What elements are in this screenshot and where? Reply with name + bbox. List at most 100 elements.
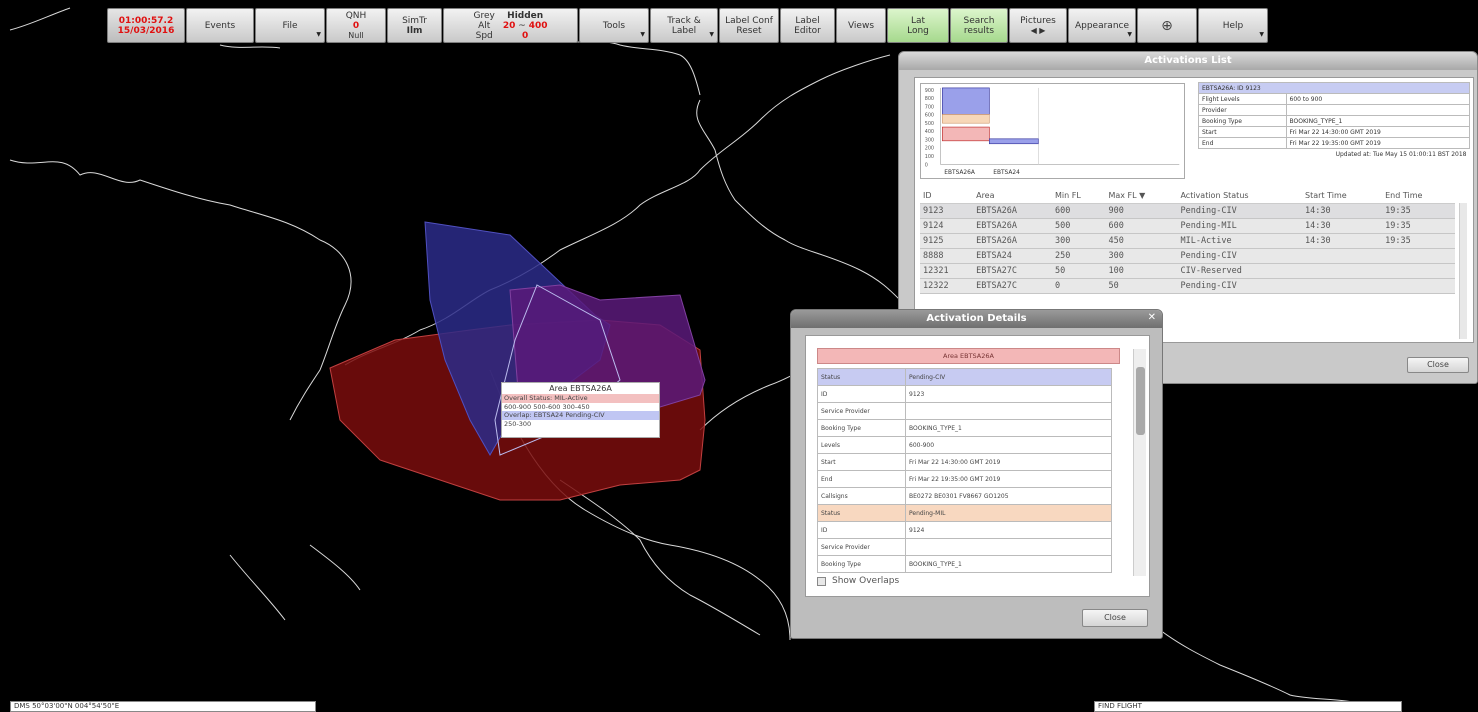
details-area-header: Area EBTSA26A (817, 348, 1120, 364)
histogram-tick-label: 100 (925, 154, 934, 160)
file-label: File (282, 20, 298, 31)
column-header[interactable]: Start Time (1302, 188, 1383, 204)
latlong-button[interactable]: Lat Long (887, 8, 949, 43)
table-cell: 14:30 (1302, 203, 1383, 219)
table-row[interactable]: 12322 EBTSA27C 0 50 Pending-CIV (920, 278, 1455, 294)
coordinate-readout[interactable]: DMS 50°03'00"N 004°54'50"E (10, 701, 316, 712)
activations-list-title[interactable]: Activations List (899, 52, 1477, 70)
activation-details-panel: Area EBTSA26A Status Pending-CIV ID 9123 Ser… (805, 335, 1150, 597)
clock-button[interactable]: 01:00:57.2 15/03/2016 (107, 8, 185, 43)
hist-label-ebtsa24: EBTSA24 (993, 170, 1020, 176)
latlong-line1: Lat (910, 15, 926, 26)
qnh-label: QNH (345, 10, 367, 21)
column-header[interactable]: End Time (1382, 188, 1455, 204)
table-cell: Pending-CIV (1177, 203, 1302, 219)
details-value: Fri Mar 22 19:35:00 GMT 2019 (905, 470, 1112, 488)
crosshair-icon: ⊕ (1161, 17, 1173, 34)
info-key: Provider (1198, 104, 1287, 116)
activation-details-title[interactable]: Activation Details (791, 310, 1162, 328)
details-key: End (817, 470, 906, 488)
details-key: Levels (817, 436, 906, 454)
border-line (229, 554, 286, 621)
details-value (905, 402, 1112, 420)
histogram-tick-label: 900 (925, 88, 934, 94)
activations-table: ID Area Min FL Max FL ▼ Activation Status Sta… (920, 188, 1455, 294)
center-button[interactable]: ⊕ (1137, 8, 1197, 43)
details-scroll-thumb[interactable] (1136, 367, 1145, 435)
histogram-tick-label: 700 (925, 104, 934, 110)
file-button[interactable]: File ▼ (255, 8, 325, 43)
label-editor-line1: Label (795, 15, 820, 26)
column-header[interactable]: Max FL ▼ (1105, 188, 1178, 204)
table-row[interactable]: 12321 EBTSA27C 50 100 CIV-Reserved (920, 263, 1455, 279)
simtr-button[interactable]: SimTr Ilm (387, 8, 442, 43)
column-header[interactable]: Activation Status (1177, 188, 1302, 204)
activations-scrollbar[interactable] (1459, 203, 1467, 339)
area-tooltip: Area EBTSA26A Overall Status: MIL-Active… (501, 382, 660, 438)
histogram-tick-label: 800 (925, 96, 934, 102)
search-results-button[interactable]: Search results (950, 8, 1008, 43)
table-cell: 8888 (920, 248, 974, 264)
label-conf-button[interactable]: Label Conf Reset (719, 8, 779, 43)
table-row[interactable]: 8888 EBTSA24 250 300 Pending-CIV (920, 248, 1455, 264)
details-close-button[interactable]: Close (1082, 609, 1148, 627)
views-label: Views (847, 20, 875, 31)
grey-hidden-button[interactable]: Grey Alt Spd Hidden 20 ~ 400 0 (443, 8, 578, 43)
histogram-tick-label: 500 (925, 121, 934, 127)
hist-bar-mil-active (942, 126, 990, 142)
table-row[interactable]: 9124 EBTSA26A 500 600 Pending-MIL 14:30 19:35 (920, 218, 1455, 234)
histogram-ticks: 900 800 700 600 500 400 300 200 100 0 (925, 88, 934, 168)
details-value: BOOKING_TYPE_1 (905, 419, 1112, 437)
info-value: BOOKING_TYPE_1 (1285, 115, 1470, 127)
column-header[interactable]: ID (920, 188, 974, 204)
table-cell (1302, 263, 1383, 279)
details-scrollbar[interactable] (1133, 349, 1146, 576)
details-row: Status Pending-CIV (817, 368, 1112, 386)
details-row: End Fri Mar 22 19:35:00 GMT 2019 (817, 470, 1112, 488)
details-key: Status (817, 368, 906, 386)
appearance-button[interactable]: Appearance ▼ (1068, 8, 1136, 43)
table-cell: 19:35 (1382, 203, 1455, 219)
checkbox-icon[interactable] (817, 576, 826, 586)
table-cell: EBTSA26A (973, 218, 1053, 234)
track-label-button[interactable]: Track & Label ▼ (650, 8, 718, 43)
appearance-label: Appearance (1074, 20, 1130, 31)
pictures-button[interactable]: Pictures ◀ ▶ (1009, 8, 1067, 43)
events-button[interactable]: Events (186, 8, 254, 43)
details-key: ID (817, 385, 906, 403)
tools-button[interactable]: Tools ▼ (579, 8, 649, 43)
tooltip-title: Area EBTSA26A (549, 384, 612, 393)
table-cell: EBTSA24 (973, 248, 1053, 264)
clock-date: 15/03/2016 (117, 25, 175, 36)
search-line1: Search (963, 15, 995, 26)
details-value: BOOKING_TYPE_1 (905, 555, 1112, 573)
table-cell: 300 (1052, 233, 1106, 249)
tooltip-overlap-levels: 250-300 (504, 419, 532, 428)
help-button[interactable]: Help ▼ (1198, 8, 1268, 43)
details-key: Service Provider (817, 538, 906, 556)
info-key: Flight Levels (1198, 93, 1287, 105)
info-key: Start (1198, 126, 1287, 138)
hidden-range: 20 ~ 400 (503, 21, 548, 31)
table-cell: 900 (1105, 203, 1178, 219)
show-overlaps-checkbox[interactable]: Show Overlaps (817, 576, 899, 586)
column-header[interactable]: Min FL (1052, 188, 1106, 204)
label-editor-button[interactable]: Label Editor (780, 8, 835, 43)
details-row: Start Fri Mar 22 14:30:00 GMT 2019 (817, 453, 1112, 471)
details-value: 9123 (905, 385, 1112, 403)
find-flight-field[interactable]: FIND FLIGHT (1094, 701, 1402, 712)
column-header[interactable]: Area (973, 188, 1053, 204)
details-key: Booking Type (817, 419, 906, 437)
hidden-sub: 0 (522, 30, 529, 41)
close-icon[interactable]: ✕ (1148, 312, 1156, 323)
activations-close-button[interactable]: Close (1407, 357, 1469, 373)
details-key: Service Provider (817, 402, 906, 420)
table-row[interactable]: 9123 EBTSA26A 600 900 Pending-CIV 14:30 19:35 (920, 203, 1455, 219)
info-value: 600 to 900 (1285, 93, 1470, 105)
table-cell: 14:30 (1302, 218, 1383, 234)
views-button[interactable]: Views (836, 8, 886, 43)
table-cell (1382, 248, 1455, 264)
table-row[interactable]: 9125 EBTSA26A 300 450 MIL-Active 14:30 19:35 (920, 233, 1455, 249)
qnh-button[interactable]: QNH 0 Null (326, 8, 386, 43)
tools-label: Tools (602, 20, 626, 31)
